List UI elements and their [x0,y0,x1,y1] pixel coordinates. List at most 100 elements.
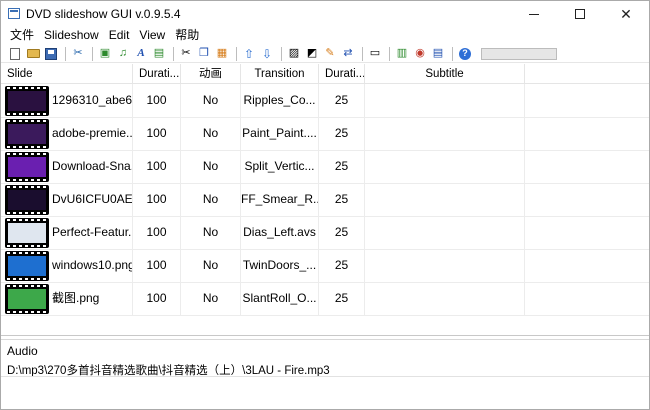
cell-animation[interactable]: No [181,249,241,282]
cell-animation[interactable]: No [181,216,241,249]
menu-help[interactable]: 帮助 [170,27,204,45]
menu-edit[interactable]: Edit [104,27,135,45]
cell-transition[interactable]: Paint_Paint.... [241,117,319,150]
disc-icon[interactable]: ◉ [412,46,428,62]
minimize-button[interactable] [511,1,557,27]
table-row[interactable]: windows10.png 100 No TwinDoors_... 25 [1,249,649,283]
cell-slide[interactable]: 截图.png [1,282,133,315]
column-header-subtitle[interactable]: Subtitle [365,64,525,84]
image-edit-icon[interactable]: ▨ [286,46,302,62]
copy-icon[interactable]: ❐ [196,46,212,62]
cell-transition[interactable]: TwinDoors_... [241,249,319,282]
slide-thumbnail [5,185,49,215]
cut-icon[interactable]: ✂ [178,46,194,62]
cell-transition[interactable]: FF_Smear_R... [241,183,319,216]
toolbar-separator [389,46,390,61]
new-document-icon[interactable] [7,46,23,62]
cell-animation[interactable]: No [181,150,241,183]
menu-bar: 文件 Slideshow Edit View 帮助 [1,27,649,45]
cell-subtitle[interactable] [365,183,525,216]
add-text-icon[interactable]: A [133,46,149,62]
table-row[interactable]: adobe-premie... 100 No Paint_Paint.... 25 [1,117,649,151]
cell-slide[interactable]: windows10.png [1,249,133,282]
cell-transition[interactable]: Ripples_Co... [241,84,319,117]
column-header-transition[interactable]: Transition [241,64,319,84]
cell-animation[interactable]: No [181,183,241,216]
cell-transition-duration[interactable]: 25 [319,183,365,216]
cell-slide[interactable]: Perfect-Featur... [1,216,133,249]
cell-subtitle[interactable] [365,84,525,117]
cell-slide[interactable]: Download-Sna... [1,150,133,183]
table-row[interactable]: 截图.png 100 No SlantRoll_O... 25 [1,282,649,316]
cell-duration[interactable]: 100 [133,117,181,150]
move-down-icon[interactable]: ⇩ [259,46,275,62]
menu-slideshow[interactable]: Slideshow [39,27,104,45]
cell-transition-duration[interactable]: 25 [319,282,365,315]
cell-animation[interactable]: No [181,282,241,315]
presentation-icon[interactable]: ▭ [367,46,383,62]
cell-transition-duration[interactable]: 25 [319,249,365,282]
cell-duration[interactable]: 100 [133,84,181,117]
table-row[interactable]: DvU6ICFU0AE...100NoFF_Smear_R...25 [1,183,649,217]
export-icon[interactable]: ▥ [394,46,410,62]
table-row[interactable]: 1296310_abe6...100NoRipples_Co...25 [1,84,649,118]
table-row[interactable]: Perfect-Featur... 100 No Dias_Left.avs 25 [1,216,649,250]
close-button[interactable]: ✕ [603,1,649,27]
cell-transition-duration[interactable]: 25 [319,150,365,183]
open-folder-icon[interactable] [25,46,41,62]
cell-transition-duration[interactable]: 25 [319,84,365,117]
cell-subtitle[interactable] [365,150,525,183]
save-icon[interactable] [43,46,59,62]
cell-duration[interactable]: 100 [133,150,181,183]
cell-transition-duration[interactable]: 25 [319,216,365,249]
cell-subtitle[interactable] [365,117,525,150]
add-audio-icon[interactable]: ♫ [115,46,131,62]
cell-transition[interactable]: Dias_Left.avs [241,216,319,249]
brush-icon[interactable]: ✎ [322,46,338,62]
cell-duration[interactable]: 100 [133,282,181,315]
toolbar: ✂ ▣ ♫ A ▤ ✂ ❐ ▦ ⇧ ⇩ ▨ ◩ ✎ ⇄ ▭ ▥ ◉ ▤ ? [1,45,649,63]
cell-animation[interactable]: No [181,117,241,150]
cell-duration[interactable]: 100 [133,249,181,282]
burn-icon[interactable]: ▤ [430,46,446,62]
cell-transition[interactable]: SlantRoll_O... [241,282,319,315]
help-button[interactable]: ? [457,46,473,62]
table-row[interactable]: Download-Sna... 100 No Split_Vertic... 25 [1,150,649,184]
cell-slide[interactable]: DvU6ICFU0AE... [1,183,133,216]
menu-view[interactable]: View [134,27,170,45]
maximize-button[interactable] [557,1,603,27]
title-bar: DVD slideshow GUI v.0.9.5.4 ✕ [1,1,649,27]
add-background-icon[interactable]: ▤ [151,46,167,62]
cell-subtitle[interactable] [365,249,525,282]
cell-animation[interactable]: No [181,84,241,117]
scissors-tools-icon[interactable]: ✂ [70,46,86,62]
slide-thumbnail [5,251,49,281]
slide-thumbnail [5,86,49,116]
toolbar-separator [452,46,453,61]
column-header-duration[interactable]: Durati... [133,64,181,84]
column-header-slide[interactable]: Slide [1,64,133,84]
paste-icon[interactable]: ▦ [214,46,230,62]
image-adjust-icon[interactable]: ◩ [304,46,320,62]
slide-thumbnail [5,284,49,314]
minimize-icon [529,13,539,15]
cell-slide[interactable]: 1296310_abe6... [1,84,133,117]
toolbar-separator [65,46,66,61]
menu-file[interactable]: 文件 [5,27,39,45]
cell-subtitle[interactable] [365,282,525,315]
cell-transition[interactable]: Split_Vertic... [241,150,319,183]
cell-subtitle[interactable] [365,216,525,249]
cell-transition-duration[interactable]: 25 [319,117,365,150]
cell-slide[interactable]: adobe-premie... [1,117,133,150]
swap-icon[interactable]: ⇄ [340,46,356,62]
slide-thumbnail [5,119,49,149]
cell-duration[interactable]: 100 [133,183,181,216]
column-header-transition-duration[interactable]: Durati... [319,64,365,84]
toolbar-separator [281,46,282,61]
column-header-animation[interactable]: 动画 [181,64,241,84]
cell-duration[interactable]: 100 [133,216,181,249]
move-up-icon[interactable]: ⇧ [241,46,257,62]
add-image-icon[interactable]: ▣ [97,46,113,62]
slide-thumbnail [5,218,49,248]
close-icon: ✕ [620,5,632,22]
